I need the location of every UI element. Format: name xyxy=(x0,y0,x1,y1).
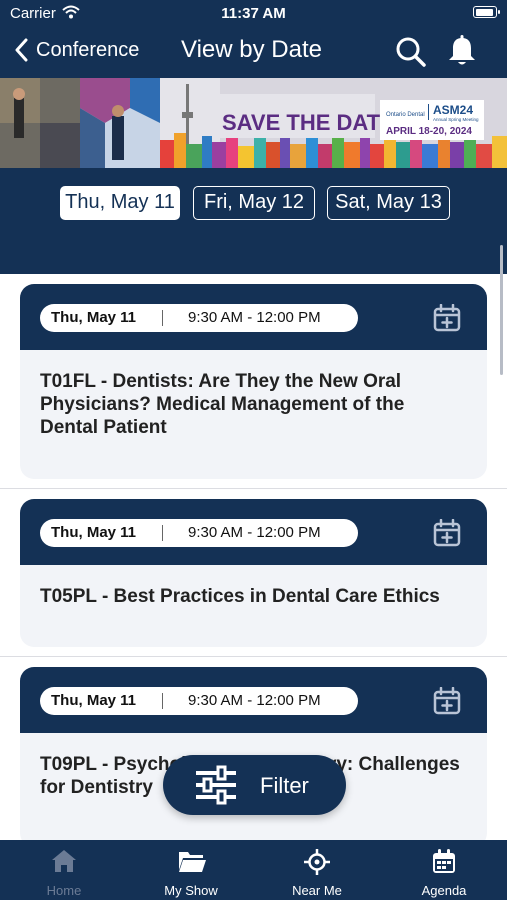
battery-icon xyxy=(473,6,500,18)
session-title: T05PL - Best Practices in Dental Care Et… xyxy=(40,586,440,607)
session-title: T01FL - Dentists: Are They the New Oral … xyxy=(40,371,405,438)
status-bar: Carrier 11:37 AM xyxy=(0,0,507,28)
bell-icon[interactable] xyxy=(446,34,478,68)
date-tab-fri-may-12[interactable]: Fri, May 12 xyxy=(193,186,315,220)
session-date: Thu, May 11 xyxy=(51,524,137,541)
clock: 11:37 AM xyxy=(221,5,286,22)
banner-brand: Ontario Dental xyxy=(386,112,425,118)
tab-home[interactable]: Home xyxy=(9,840,119,900)
banner-graphic: SAVE THE DATES Ontario Dental ASM24 Annu… xyxy=(0,78,507,168)
session-date: Thu, May 11 xyxy=(51,692,137,709)
session-card[interactable]: Thu, May 11 9:30 AM - 12:00 PM T05PL - B… xyxy=(20,499,487,647)
home-icon xyxy=(52,850,76,872)
session-time: 9:30 AM - 12:00 PM xyxy=(188,692,321,709)
search-icon[interactable] xyxy=(395,36,427,68)
add-to-calendar-icon[interactable] xyxy=(433,519,461,547)
back-label: Conference xyxy=(36,38,140,61)
list-divider xyxy=(0,656,507,657)
page-title: View by Date xyxy=(181,36,322,63)
tab-my-show-label: My Show xyxy=(164,883,218,898)
add-to-calendar-icon[interactable] xyxy=(433,304,461,332)
tab-near-me[interactable]: Near Me xyxy=(262,840,372,900)
banner-dates: APRIL 18-20, 2024 xyxy=(386,126,472,137)
filter-button[interactable]: Filter xyxy=(163,755,346,815)
date-tab-sat-may-13[interactable]: Sat, May 13 xyxy=(327,186,450,220)
back-button[interactable]: Conference xyxy=(14,38,139,62)
filter-label: Filter xyxy=(260,773,309,798)
session-card-header: Thu, May 11 9:30 AM - 12:00 PM xyxy=(20,499,487,565)
add-to-calendar-icon[interactable] xyxy=(433,687,461,715)
list-divider xyxy=(0,488,507,489)
top-navigation-bar: Conference View by Date xyxy=(0,28,507,78)
location-icon xyxy=(304,849,330,875)
pill-divider xyxy=(162,693,163,709)
banner-event: ASM24 xyxy=(433,103,473,117)
session-card-header: Thu, May 11 9:30 AM - 12:00 PM xyxy=(20,284,487,350)
date-selector: Thu, May 11 Fri, May 12 Sat, May 13 xyxy=(0,168,507,274)
session-datetime-pill: Thu, May 11 9:30 AM - 12:00 PM xyxy=(40,687,358,715)
pill-divider xyxy=(162,525,163,541)
banner-event-sub: Annual Spring Meeting xyxy=(433,117,479,122)
session-datetime-pill: Thu, May 11 9:30 AM - 12:00 PM xyxy=(40,519,358,547)
tab-agenda[interactable]: Agenda xyxy=(389,840,499,900)
session-card-header: Thu, May 11 9:30 AM - 12:00 PM xyxy=(20,667,487,733)
folder-icon xyxy=(179,852,206,872)
sliders-icon xyxy=(196,765,236,805)
tab-agenda-label: Agenda xyxy=(421,883,467,898)
tab-home-label: Home xyxy=(46,883,82,898)
scrollbar[interactable] xyxy=(500,245,503,375)
chevron-left-icon xyxy=(15,38,28,62)
date-tab-thu-may-11[interactable]: Thu, May 11 xyxy=(60,186,180,220)
pill-divider xyxy=(162,310,163,326)
calendar-icon xyxy=(433,849,455,873)
session-date: Thu, May 11 xyxy=(51,309,137,326)
tab-my-show[interactable]: My Show xyxy=(136,840,246,900)
bottom-tab-bar: Home My Show Near Me Agenda xyxy=(0,840,507,900)
event-banner[interactable]: SAVE THE DATES Ontario Dental ASM24 Annu… xyxy=(0,78,507,168)
session-time: 9:30 AM - 12:00 PM xyxy=(188,524,321,541)
session-time: 9:30 AM - 12:00 PM xyxy=(188,309,321,326)
session-card[interactable]: Thu, May 11 9:30 AM - 12:00 PM T01FL - D… xyxy=(20,284,487,479)
session-datetime-pill: Thu, May 11 9:30 AM - 12:00 PM xyxy=(40,304,358,332)
tab-near-me-label: Near Me xyxy=(292,883,342,898)
